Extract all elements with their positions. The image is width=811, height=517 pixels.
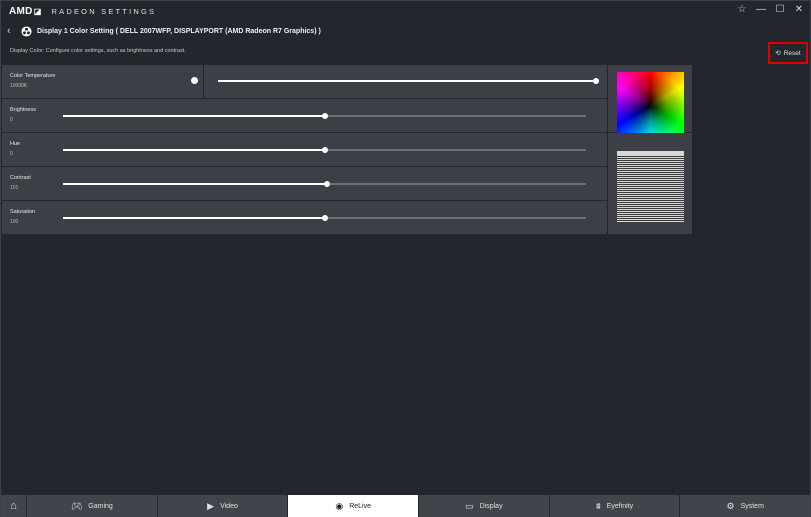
contrast-slider[interactable] [63, 181, 586, 187]
color-temperature-slider[interactable] [218, 78, 599, 84]
saturation-panel: Saturation 100 [2, 201, 607, 234]
grayscale-preview-panel [608, 133, 692, 234]
brightness-slider-thumb[interactable] [322, 113, 328, 119]
brightness-label: Brightness [10, 107, 36, 113]
color-temperature-label: Color Temperature [10, 73, 56, 79]
amd-logo-text: AMD [9, 5, 33, 17]
color-temperature-panel: Color Temperature 10000K [2, 65, 203, 98]
close-button[interactable]: ✕ [794, 4, 804, 16]
hue-slider[interactable] [63, 147, 586, 153]
color-temperature-toggle[interactable] [191, 77, 198, 84]
contrast-panel: Contrast 101 [2, 167, 607, 200]
page-header: ‹ Display 1 Color Setting ( DELL 2007WFP… [1, 21, 810, 41]
hue-slider-thumb[interactable] [322, 147, 328, 153]
contrast-slider-thumb[interactable] [324, 181, 330, 187]
tab-eyefinity[interactable]: ⩩ Eyefinity [549, 495, 681, 517]
relive-icon: ◉ [335, 500, 344, 511]
system-gear-icon: ⚙ [726, 500, 735, 511]
minimize-button[interactable]: — [756, 4, 766, 16]
tab-gaming[interactable]: 🎮︎ Gaming [27, 495, 158, 517]
color-wheel-preview-panel [608, 65, 692, 139]
home-icon: ⌂ [10, 499, 17, 512]
tab-relive-label: ReLive [349, 502, 371, 510]
amd-logo: AMD ◪ [9, 6, 42, 17]
color-temperature-slider-thumb[interactable] [593, 78, 599, 84]
color-wheel-preview [617, 72, 684, 139]
contrast-value: 101 [10, 185, 19, 191]
tab-display-label: Display [479, 502, 503, 510]
tab-video[interactable]: ▶ Video [157, 495, 289, 517]
color-temperature-slider-panel [204, 65, 607, 98]
amd-arrow-icon: ◪ [33, 6, 42, 16]
brightness-slider[interactable] [63, 113, 586, 119]
saturation-slider-fill [63, 217, 325, 219]
page-description: Display Color: Configure color settings,… [10, 48, 186, 54]
hue-panel: Hue 0 [2, 133, 607, 166]
page-title: Display 1 Color Setting ( DELL 2007WFP, … [37, 27, 321, 35]
back-button[interactable]: ‹ [7, 25, 17, 37]
reset-button[interactable]: ⟲ Reset [768, 42, 808, 64]
tab-gaming-label: Gaming [88, 502, 113, 510]
brightness-value: 0 [10, 117, 13, 123]
monitor-icon: ▭ [465, 500, 474, 511]
favorite-star-icon[interactable]: ☆ [737, 4, 747, 16]
tab-relive[interactable]: ◉ ReLive [288, 495, 420, 517]
eyefinity-icon: ⩩ [595, 500, 601, 511]
app-title: RADEON SETTINGS [51, 6, 157, 16]
brightness-panel: Brightness 0 [2, 99, 607, 132]
tab-display[interactable]: ▭ Display [419, 495, 550, 517]
hue-slider-fill [63, 149, 325, 151]
tab-video-label: Video [220, 502, 238, 510]
reset-label: Reset [783, 49, 801, 57]
maximize-button[interactable]: ☐ [775, 4, 785, 16]
window-controls: ☆ — ☐ ✕ [737, 4, 804, 16]
saturation-value: 100 [10, 219, 19, 225]
title-bar: AMD ◪ RADEON SETTINGS ☆ — ☐ ✕ [1, 1, 810, 21]
display-color-icon [21, 25, 32, 37]
contrast-label: Contrast [10, 175, 31, 181]
tab-eyefinity-label: Eyefinity [606, 502, 634, 510]
contrast-slider-fill [63, 183, 327, 185]
reset-icon: ⟲ [775, 50, 781, 57]
tab-system[interactable]: ⚙ System [680, 495, 811, 517]
hue-label: Hue [10, 141, 21, 147]
grayscale-preview [617, 155, 684, 222]
gamepad-icon: 🎮︎ [70, 500, 83, 511]
brightness-slider-fill [63, 115, 325, 117]
play-icon: ▶ [207, 500, 215, 511]
hue-value: 0 [10, 151, 13, 157]
home-button[interactable]: ⌂ [1, 495, 27, 517]
bottom-navigation: ⌂ 🎮︎ Gaming ▶ Video ◉ ReLive ▭ Display ⩩… [1, 495, 811, 517]
saturation-slider-thumb[interactable] [322, 215, 328, 221]
saturation-label: Saturation [10, 209, 36, 215]
color-temperature-value: 10000K [10, 83, 28, 89]
tab-system-label: System [740, 502, 764, 510]
saturation-slider[interactable] [63, 215, 586, 221]
